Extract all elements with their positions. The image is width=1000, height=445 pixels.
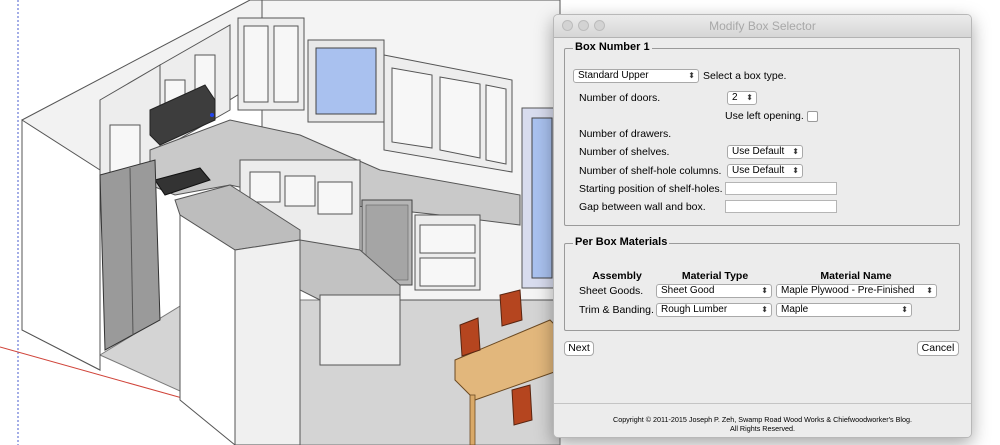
materials-legend: Per Box Materials	[573, 236, 670, 248]
sheet-goods-type-select[interactable]: Sheet Good ⬍	[656, 284, 772, 298]
window-pane	[315, 47, 377, 115]
updown-arrows-icon: ⬍	[761, 305, 768, 314]
copyright-text: Copyright © 2011-2015 Joseph P. Zeh, Swa…	[613, 415, 912, 424]
shelf-hole-columns-select[interactable]: Use Default ⬍	[727, 164, 803, 178]
assembly-header: Assembly	[592, 270, 642, 282]
peninsula-end	[179, 214, 236, 445]
material-type-header: Material Type	[681, 270, 749, 282]
gap-field[interactable]	[725, 200, 837, 213]
updown-arrows-icon: ⬍	[761, 286, 768, 295]
shelf-hole-start-label: Starting position of shelf-holes.	[579, 183, 723, 195]
doors-label: Number of doors.	[579, 92, 661, 104]
shelf-hole-columns-label: Number of shelf-hole columns.	[579, 165, 722, 177]
shelf-hole-start-field[interactable]	[725, 182, 837, 195]
left-opening-label: Use left opening.	[725, 110, 804, 122]
sheet-goods-name-select[interactable]: Maple Plywood - Pre-Finished ⬍	[776, 284, 937, 298]
updown-arrows-icon: ⬍	[926, 286, 933, 295]
box-number-legend: Box Number 1	[573, 41, 652, 53]
box-type-label: Select a box type.	[703, 70, 787, 82]
gap-label: Gap between wall and box.	[579, 201, 706, 213]
sheet-goods-label: Sheet Goods.	[579, 285, 644, 297]
box-type-select[interactable]: Standard Upper ⬍	[573, 69, 699, 83]
per-box-materials-group: Per Box Materials Assembly Material Type…	[564, 236, 960, 331]
drawers-label: Number of drawers.	[579, 128, 672, 140]
doors-select[interactable]: 2 ⬍	[727, 91, 757, 105]
shelves-select[interactable]: Use Default ⬍	[727, 145, 803, 159]
shelves-label: Number of shelves.	[579, 146, 670, 158]
trim-banding-label: Trim & Banding.	[579, 304, 654, 316]
left-opening-checkbox[interactable]	[807, 111, 818, 122]
cancel-button[interactable]: Cancel	[917, 341, 959, 356]
window-title: Modify Box Selector	[709, 19, 816, 33]
title-bar[interactable]: Modify Box Selector	[554, 15, 971, 38]
next-button[interactable]: Next	[564, 341, 594, 356]
trim-banding-type-select[interactable]: Rough Lumber ⬍	[656, 303, 772, 317]
box-number-group: Box Number 1 Standard Upper ⬍ Select a bo…	[564, 41, 960, 226]
updown-arrows-icon: ⬍	[746, 93, 753, 102]
updown-arrows-icon: ⬍	[792, 147, 799, 156]
modify-box-selector-dialog: Modify Box Selector Box Number 1 Standar…	[553, 14, 972, 438]
peninsula-side	[234, 239, 301, 445]
updown-arrows-icon: ⬍	[792, 166, 799, 175]
material-name-header: Material Name	[820, 270, 892, 282]
island-cabinet	[319, 294, 401, 366]
updown-arrows-icon: ⬍	[688, 71, 695, 80]
trim-banding-name-select[interactable]: Maple ⬍	[776, 303, 912, 317]
updown-arrows-icon: ⬍	[901, 305, 908, 314]
rights-text: All Rights Reserved.	[729, 424, 796, 433]
footer: Copyright © 2011-2015 Joseph P. Zeh, Swa…	[554, 403, 971, 437]
